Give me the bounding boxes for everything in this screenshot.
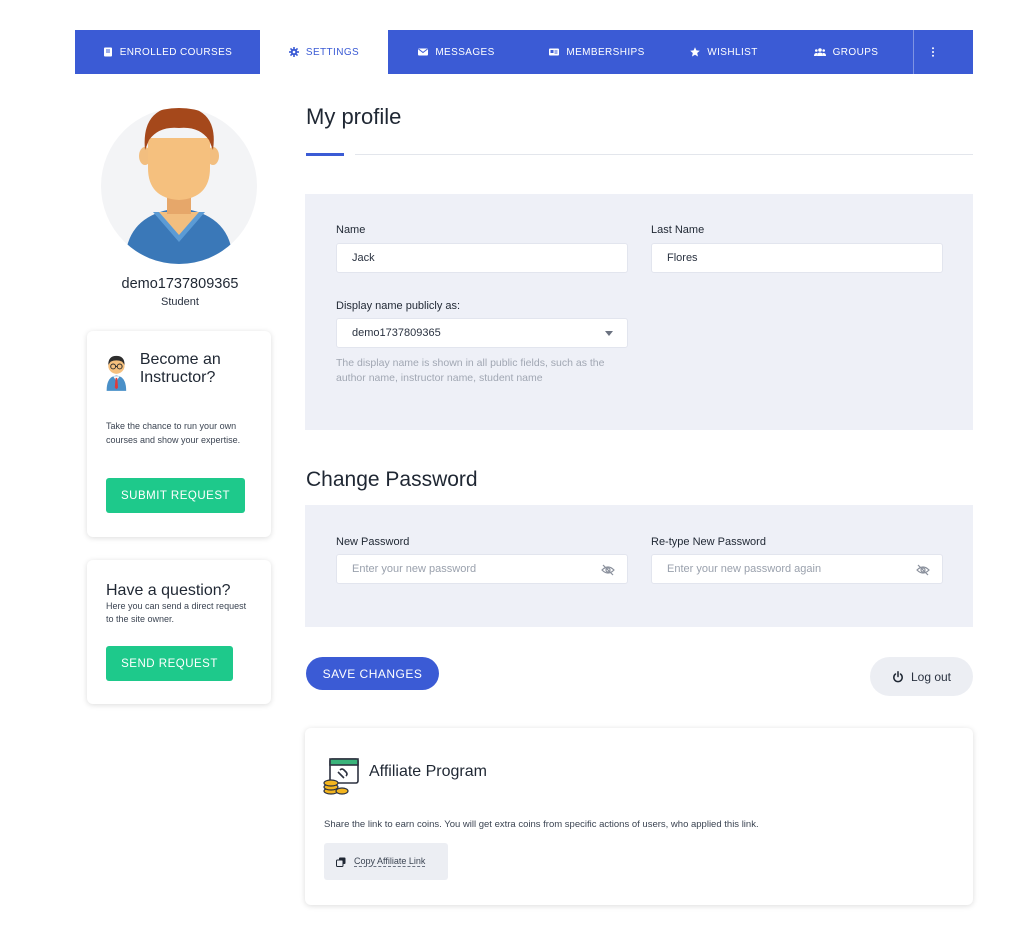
display-name-hint: The display name is shown in all public …: [336, 357, 605, 384]
eye-slash-icon[interactable]: [601, 563, 615, 577]
save-changes-button[interactable]: SAVE CHANGES: [306, 657, 439, 690]
tab-settings[interactable]: SETTINGS: [260, 30, 388, 74]
tab-label: MESSAGES: [435, 46, 495, 58]
retype-password-label: Re-type New Password: [651, 536, 766, 548]
name-label: Name: [336, 224, 366, 236]
affiliate-card: Affiliate Program Share the link to earn…: [305, 728, 973, 905]
book-icon: [103, 47, 112, 57]
question-title: Have a question?: [106, 582, 231, 599]
tab-wishlist[interactable]: WISHLIST: [669, 30, 779, 74]
display-name-value: demo1737809365: [352, 327, 441, 339]
page-title: My profile: [306, 104, 402, 129]
new-password-placeholder: Enter your new password: [352, 563, 477, 575]
tab-label: MEMBERSHIPS: [566, 46, 645, 58]
tab-label: WISHLIST: [707, 46, 758, 58]
new-password-input[interactable]: Enter your new password: [336, 554, 628, 584]
user-avatar-icon: [125, 108, 233, 264]
avatar: [101, 108, 257, 264]
envelope-icon: [418, 48, 429, 56]
instructor-description: Take the chance to run your own courses …: [106, 421, 241, 445]
affiliate-title: Affiliate Program: [369, 763, 487, 780]
tab-label: SETTINGS: [305, 46, 360, 58]
tab-label: GROUPS: [832, 46, 879, 58]
question-card: Have a question? Here you can send a dir…: [87, 560, 271, 704]
copy-affiliate-label: Copy Affiliate Link: [354, 856, 426, 867]
password-form-panel: New Password Enter your new password Re-…: [305, 505, 973, 627]
more-menu-button[interactable]: [913, 30, 951, 74]
display-name-select[interactable]: demo1737809365: [336, 318, 628, 348]
name-value: Jack: [352, 252, 375, 264]
tab-memberships[interactable]: MEMBERSHIPS: [525, 30, 669, 74]
power-icon: [893, 670, 903, 682]
instructor-icon: [106, 355, 127, 391]
user-role: Student: [161, 296, 199, 308]
send-request-button[interactable]: SEND REQUEST: [106, 646, 233, 681]
copy-affiliate-link-button[interactable]: Copy Affiliate Link: [324, 843, 448, 880]
name-input[interactable]: Jack: [336, 243, 628, 273]
title-accent-bar: [306, 153, 344, 156]
vertical-dots-icon: [931, 47, 934, 57]
last-name-value: Flores: [667, 252, 698, 264]
copy-icon: [336, 857, 346, 867]
tab-messages[interactable]: MESSAGES: [388, 30, 525, 74]
affiliate-coins-icon: [323, 758, 359, 795]
profile-form-panel: Name Jack Last Name Flores Display name …: [305, 194, 973, 430]
retype-password-placeholder: Enter your new password again: [667, 563, 822, 575]
eye-slash-icon[interactable]: [916, 563, 930, 577]
tab-enrolled-courses[interactable]: ENROLLED COURSES: [75, 30, 260, 74]
affiliate-description: Share the link to earn coins. You will g…: [324, 819, 759, 830]
become-instructor-card: Become an Instructor? Take the chance to…: [87, 331, 271, 537]
submit-request-button[interactable]: SUBMIT REQUEST: [106, 478, 245, 513]
logout-button[interactable]: Log out: [870, 657, 973, 696]
title-divider-gap: [344, 152, 355, 157]
id-card-icon: [549, 48, 560, 56]
last-name-input[interactable]: Flores: [651, 243, 943, 273]
gear-icon: [288, 47, 299, 57]
chevron-down-icon: [605, 331, 613, 336]
retype-password-input[interactable]: Enter your new password again: [651, 554, 943, 584]
title-divider: [306, 154, 973, 155]
star-icon: [690, 47, 701, 57]
tab-label: ENROLLED COURSES: [119, 46, 233, 58]
question-description: Here you can send a direct request to th…: [106, 601, 247, 624]
new-password-label: New Password: [336, 536, 410, 548]
logout-label: Log out: [910, 669, 952, 684]
tab-groups[interactable]: GROUPS: [779, 30, 913, 74]
change-password-title: Change Password: [306, 468, 478, 491]
instructor-title: Become an Instructor?: [139, 351, 221, 386]
last-name-label: Last Name: [651, 224, 705, 236]
account-nav: ENROLLED COURSES SETTINGS MESSAGES MEMBE…: [75, 30, 973, 74]
instructor-header: Become an Instructor?: [105, 351, 271, 395]
display-name-label: Display name publicly as:: [336, 300, 461, 312]
username: demo1737809365: [121, 276, 239, 292]
users-icon: [813, 48, 826, 56]
